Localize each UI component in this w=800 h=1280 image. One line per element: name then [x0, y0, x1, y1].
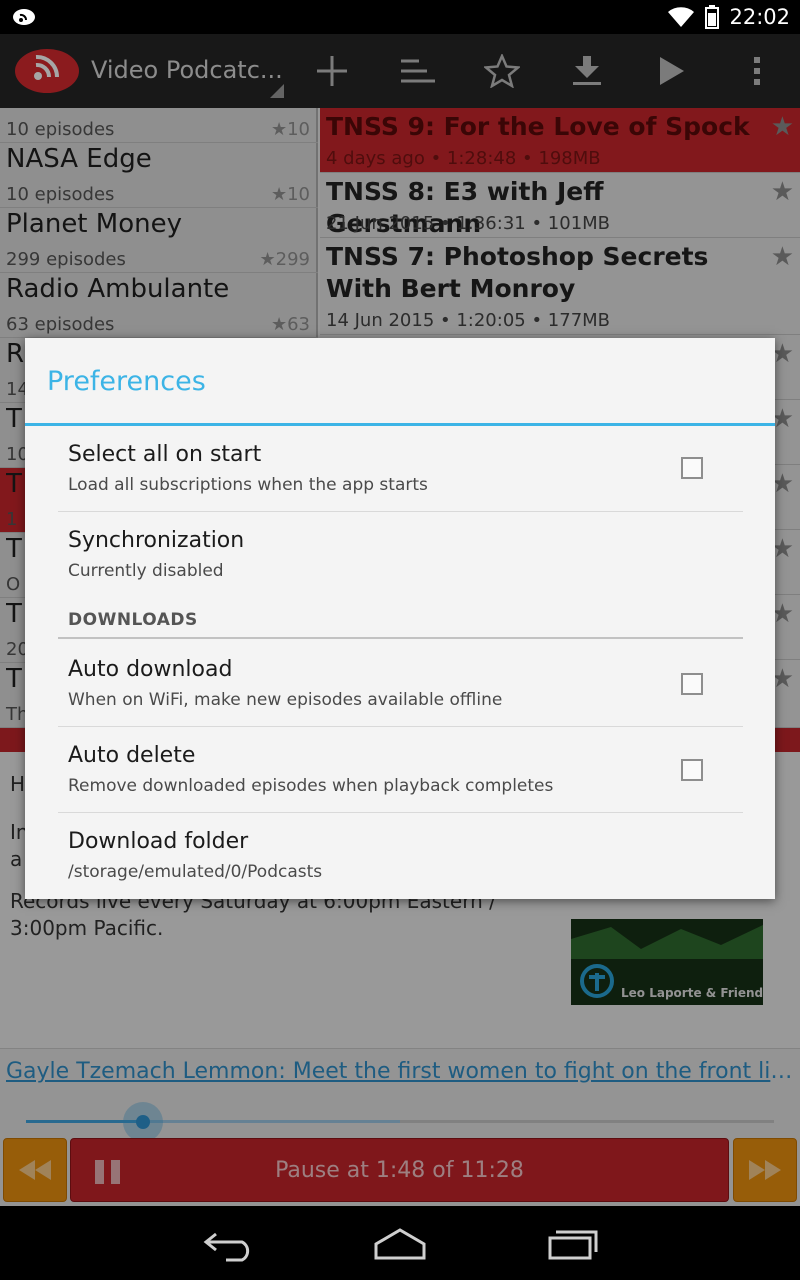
- auto-download-checkbox[interactable]: [681, 673, 703, 695]
- navigation-bar: [0, 1206, 800, 1280]
- dialog-title: Preferences: [47, 366, 206, 397]
- auto-delete-checkbox[interactable]: [681, 759, 703, 781]
- category-downloads: DOWNLOADS: [68, 610, 198, 630]
- select-all-checkbox[interactable]: [681, 457, 703, 479]
- wifi-icon: [668, 7, 695, 27]
- home-icon[interactable]: [372, 1226, 428, 1262]
- status-bar: 22:02: [0, 0, 800, 34]
- recent-apps-icon[interactable]: [544, 1226, 600, 1262]
- clock: 22:02: [729, 5, 790, 29]
- pref-select-all-on-start[interactable]: Select all on start Load all subscriptio…: [58, 426, 743, 512]
- battery-icon: [705, 5, 720, 29]
- preferences-dialog: Preferences Select all on start Load all…: [25, 338, 775, 899]
- pref-synchronization[interactable]: Synchronization Currently disabled: [58, 512, 743, 598]
- pref-auto-delete[interactable]: Auto delete Remove downloaded episodes w…: [58, 727, 743, 813]
- back-icon[interactable]: [202, 1226, 258, 1262]
- pref-auto-download[interactable]: Auto download When on WiFi, make new epi…: [58, 641, 743, 727]
- pref-download-folder[interactable]: Download folder /storage/emulated/0/Podc…: [58, 813, 743, 899]
- category-divider: [58, 637, 743, 639]
- notification-podcast-icon: [13, 9, 35, 25]
